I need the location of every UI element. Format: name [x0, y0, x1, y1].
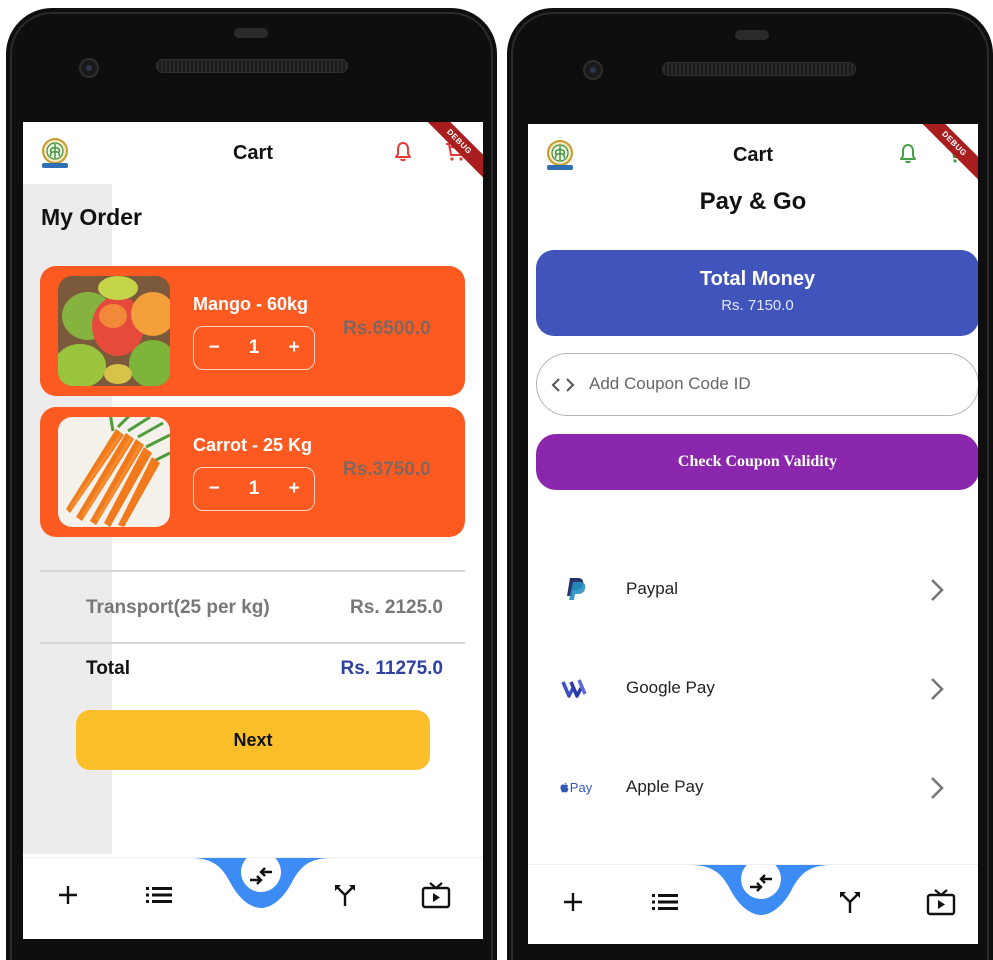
- mango-image: [58, 276, 170, 386]
- coupon-input[interactable]: [589, 369, 949, 399]
- tv-play-icon[interactable]: [419, 878, 453, 912]
- order-item-card[interactable]: Mango - 60kg − 1 + Rs.6500.0: [40, 266, 465, 396]
- payment-method-paypal[interactable]: Paypal: [528, 559, 978, 619]
- transport-label: Transport(25 per kg): [86, 597, 270, 618]
- swap-icon[interactable]: [738, 865, 784, 903]
- payment-method-label: Paypal: [626, 579, 678, 598]
- app-bar: Cart: [528, 124, 978, 186]
- total-money-card: Total Money Rs. 7150.0: [536, 250, 978, 336]
- apple-pay-icon: Pay: [554, 771, 598, 803]
- total-money-label: Total Money: [699, 268, 816, 290]
- front-camera: [79, 58, 99, 78]
- quantity-value: 1: [248, 337, 260, 358]
- check-coupon-button[interactable]: Check Coupon Validity: [536, 434, 978, 490]
- list-icon[interactable]: [648, 885, 682, 919]
- chevron-right-icon: [931, 678, 944, 700]
- order-item-card[interactable]: Carrot - 25 Kg − 1 + Rs.3750.0: [40, 407, 465, 537]
- list-icon[interactable]: [142, 878, 176, 912]
- bell-icon[interactable]: [391, 140, 415, 164]
- item-name: Mango - 60kg: [193, 294, 309, 314]
- merge-icon[interactable]: [833, 885, 867, 919]
- carrot-image: [58, 417, 170, 527]
- speaker-grille: [662, 62, 856, 76]
- tv-play-icon[interactable]: [924, 885, 958, 919]
- payment-method-label: Google Pay: [626, 678, 715, 697]
- item-price: Rs.6500.0: [343, 318, 431, 339]
- front-camera: [583, 60, 603, 80]
- speaker-grille: [156, 59, 348, 73]
- phone-frame-cart: DEBUG Cart My Order Mango - 60kg − 1 + R…: [6, 8, 497, 960]
- page-heading: Pay & Go: [699, 188, 807, 215]
- app-bar: Cart: [23, 122, 483, 184]
- bell-icon[interactable]: [896, 142, 920, 166]
- divider: [40, 570, 465, 572]
- quantity-stepper: − 1 +: [193, 326, 315, 370]
- pay-screen: DEBUG Cart Pay & Go Total Money Rs. 7150…: [528, 124, 978, 944]
- paypal-icon: [558, 573, 592, 605]
- swap-icon[interactable]: [238, 858, 284, 896]
- bottom-navigation: [528, 864, 978, 944]
- chevron-right-icon: [931, 579, 944, 601]
- next-button[interactable]: Next: [76, 710, 430, 770]
- coupon-field[interactable]: [536, 353, 978, 416]
- earpiece: [735, 30, 769, 40]
- quantity-stepper: − 1 +: [193, 467, 315, 511]
- payment-method-apple-pay[interactable]: Pay Apple Pay: [528, 757, 978, 817]
- transport-value: Rs. 2125.0: [350, 597, 443, 618]
- apple-pay-icon-text: Pay: [569, 779, 593, 795]
- decrement-button[interactable]: −: [199, 478, 229, 500]
- increment-button[interactable]: +: [279, 337, 309, 359]
- bottom-navigation: [23, 857, 483, 939]
- earpiece: [234, 28, 268, 38]
- divider: [40, 642, 465, 644]
- chevron-right-icon: [931, 777, 944, 799]
- increment-button[interactable]: +: [279, 478, 309, 500]
- total-label: Total: [86, 658, 130, 679]
- phone-frame-pay: DEBUG Cart Pay & Go Total Money Rs. 7150…: [507, 8, 993, 960]
- payment-method-label: Apple Pay: [626, 777, 704, 796]
- payment-method-google-pay[interactable]: Google Pay: [528, 658, 978, 718]
- total-money-value: Rs. 7150.0: [721, 297, 794, 314]
- google-pay-icon: [558, 672, 592, 704]
- item-price: Rs.3750.0: [343, 459, 431, 480]
- plus-icon[interactable]: [556, 885, 590, 919]
- item-name: Carrot - 25 Kg: [193, 435, 313, 455]
- section-title: My Order: [41, 204, 142, 230]
- plus-icon[interactable]: [51, 878, 85, 912]
- code-icon: [551, 378, 575, 392]
- merge-icon[interactable]: [328, 878, 362, 912]
- quantity-value: 1: [248, 478, 260, 499]
- total-value: Rs. 11275.0: [340, 658, 443, 679]
- decrement-button[interactable]: −: [199, 337, 229, 359]
- cart-screen: DEBUG Cart My Order Mango - 60kg − 1 + R…: [23, 122, 483, 939]
